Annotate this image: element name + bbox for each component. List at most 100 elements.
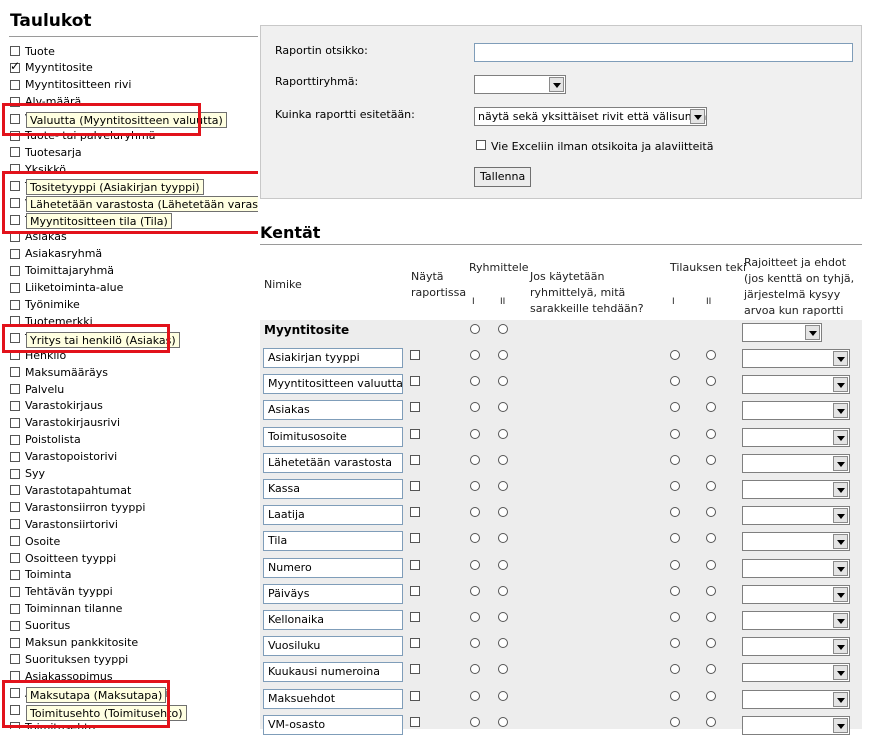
table-checkbox[interactable] bbox=[10, 417, 20, 428]
field-grouping-2-radio[interactable] bbox=[498, 454, 508, 465]
table-item[interactable]: Varastonsiirtorivi bbox=[10, 517, 118, 531]
field-show-checkbox[interactable] bbox=[410, 350, 420, 360]
table-checkbox[interactable] bbox=[10, 586, 20, 597]
field-name-input[interactable]: Kellonaika bbox=[263, 610, 403, 630]
field-show-checkbox[interactable] bbox=[410, 402, 420, 413]
display-mode-select[interactable]: näytä sekä yksittäiset rivit että välisu… bbox=[474, 107, 707, 126]
table-checkbox[interactable] bbox=[10, 620, 20, 631]
field-grouping-2-radio[interactable] bbox=[498, 690, 508, 701]
field-grouping-1-radio[interactable] bbox=[470, 716, 480, 727]
save-button[interactable]: Tallenna bbox=[474, 167, 532, 187]
field-name-input[interactable]: Kuukausi numeroina bbox=[263, 662, 403, 683]
table-checkbox[interactable] bbox=[10, 299, 20, 310]
field-order-1-radio[interactable] bbox=[670, 428, 680, 439]
field-show-checkbox[interactable] bbox=[410, 454, 420, 465]
table-item[interactable]: Syy bbox=[10, 467, 45, 481]
table-checkbox[interactable] bbox=[10, 569, 20, 580]
table-checkbox[interactable] bbox=[10, 400, 20, 411]
table-item[interactable]: Varastonsiirron tyyppi bbox=[10, 500, 145, 514]
field-order-1-radio[interactable] bbox=[670, 585, 680, 596]
field-restriction-select[interactable] bbox=[742, 506, 850, 526]
chevron-down-icon[interactable] bbox=[833, 613, 848, 628]
table-item[interactable]: Suoritus bbox=[10, 619, 70, 633]
field-name-input[interactable]: Vuosiluku bbox=[263, 636, 403, 657]
table-checkbox[interactable] bbox=[10, 553, 20, 563]
field-grouping-1-radio[interactable] bbox=[470, 559, 480, 570]
field-show-checkbox[interactable] bbox=[410, 664, 420, 675]
field-restriction-select[interactable] bbox=[742, 584, 850, 604]
table-item[interactable]: Osoite bbox=[10, 534, 60, 548]
field-show-checkbox[interactable] bbox=[410, 428, 420, 439]
table-checkbox[interactable] bbox=[10, 367, 20, 378]
table-item[interactable]: Varastopoistorivi bbox=[10, 450, 117, 464]
field-order-2-radio[interactable] bbox=[706, 454, 716, 465]
table-checkbox[interactable] bbox=[10, 536, 20, 547]
field-grouping-2-radio[interactable] bbox=[498, 612, 508, 622]
table-checkbox[interactable] bbox=[10, 46, 20, 56]
field-name-input[interactable]: Toimitusosoite bbox=[263, 426, 403, 447]
field-restriction-select[interactable] bbox=[742, 349, 850, 368]
chevron-down-icon[interactable] bbox=[833, 429, 848, 445]
table-checkbox[interactable] bbox=[10, 79, 20, 90]
field-name-input[interactable]: Lähetetään varastosta bbox=[263, 452, 403, 473]
table-item[interactable]: Toiminta bbox=[10, 568, 71, 582]
field-name-input[interactable]: Numero bbox=[263, 557, 403, 578]
field-show-checkbox[interactable] bbox=[410, 481, 420, 491]
table-item[interactable]: Toiminnan tilanne bbox=[10, 602, 122, 616]
table-checkbox[interactable] bbox=[10, 248, 20, 259]
field-name-input[interactable]: VM-osasto bbox=[263, 714, 403, 735]
field-show-checkbox[interactable] bbox=[410, 585, 420, 596]
field-order-2-radio[interactable] bbox=[706, 559, 716, 570]
field-grouping-1-radio[interactable] bbox=[470, 690, 480, 701]
field-grouping-1-radio[interactable] bbox=[470, 481, 480, 491]
field-name-input[interactable]: Asiakirjan tyyppi bbox=[263, 348, 403, 368]
chevron-down-icon[interactable] bbox=[833, 508, 848, 524]
chevron-down-icon[interactable] bbox=[805, 325, 820, 340]
table-item[interactable]: Maksumääräys bbox=[10, 365, 108, 379]
chevron-down-icon[interactable] bbox=[833, 560, 848, 576]
field-order-1-radio[interactable] bbox=[670, 716, 680, 727]
field-order-1-radio[interactable] bbox=[670, 612, 680, 622]
table-checkbox[interactable] bbox=[10, 502, 20, 513]
table-item[interactable]: Poistolista bbox=[10, 433, 81, 447]
table-item[interactable]: Tuotesarja bbox=[10, 145, 82, 159]
field-order-2-radio[interactable] bbox=[706, 612, 716, 622]
chevron-down-icon[interactable] bbox=[690, 109, 705, 124]
table-item[interactable]: Toimittajaryhmä bbox=[10, 264, 114, 278]
field-order-1-radio[interactable] bbox=[670, 690, 680, 701]
field-restriction-select[interactable] bbox=[742, 663, 850, 683]
field-grouping-1-radio[interactable] bbox=[470, 428, 480, 439]
table-checkbox[interactable] bbox=[10, 468, 20, 479]
chevron-down-icon[interactable] bbox=[833, 717, 848, 733]
field-restriction-select[interactable] bbox=[742, 453, 850, 473]
field-show-checkbox[interactable] bbox=[410, 559, 420, 570]
table-item[interactable]: Tehtävän tyyppi bbox=[10, 585, 113, 599]
chevron-down-icon[interactable] bbox=[549, 77, 564, 92]
table-checkbox[interactable] bbox=[10, 147, 20, 158]
field-grouping-2-radio[interactable] bbox=[498, 428, 508, 439]
field-grouping-1-radio[interactable] bbox=[470, 350, 480, 360]
field-order-2-radio[interactable] bbox=[706, 350, 716, 360]
table-item[interactable]: Asiakasryhmä bbox=[10, 247, 102, 261]
table-checkbox[interactable] bbox=[10, 384, 20, 394]
table-checkbox[interactable] bbox=[10, 654, 20, 665]
field-restriction-select[interactable] bbox=[742, 715, 850, 735]
field-grouping-1-radio[interactable] bbox=[470, 454, 480, 465]
table-item[interactable]: Työnimike bbox=[10, 298, 80, 312]
field-name-input[interactable]: Asiakas bbox=[263, 400, 403, 421]
excel-export-checkbox[interactable] bbox=[476, 140, 486, 150]
field-show-checkbox[interactable] bbox=[410, 533, 420, 544]
table-item[interactable]: Myyntitosite bbox=[10, 59, 93, 75]
field-show-checkbox[interactable] bbox=[410, 507, 420, 518]
field-order-1-radio[interactable] bbox=[670, 350, 680, 360]
table-checkbox[interactable] bbox=[10, 637, 20, 648]
field-order-2-radio[interactable] bbox=[706, 428, 716, 439]
field-order-2-radio[interactable] bbox=[706, 481, 716, 491]
field-restriction-select[interactable] bbox=[742, 532, 850, 552]
chevron-down-icon[interactable] bbox=[833, 377, 848, 393]
field-restriction-select[interactable] bbox=[742, 401, 850, 421]
table-item[interactable]: Liiketoiminta-alue bbox=[10, 281, 123, 295]
table-checkbox[interactable] bbox=[10, 59, 20, 73]
chevron-down-icon[interactable] bbox=[833, 639, 848, 655]
table-checkbox[interactable] bbox=[10, 485, 20, 496]
